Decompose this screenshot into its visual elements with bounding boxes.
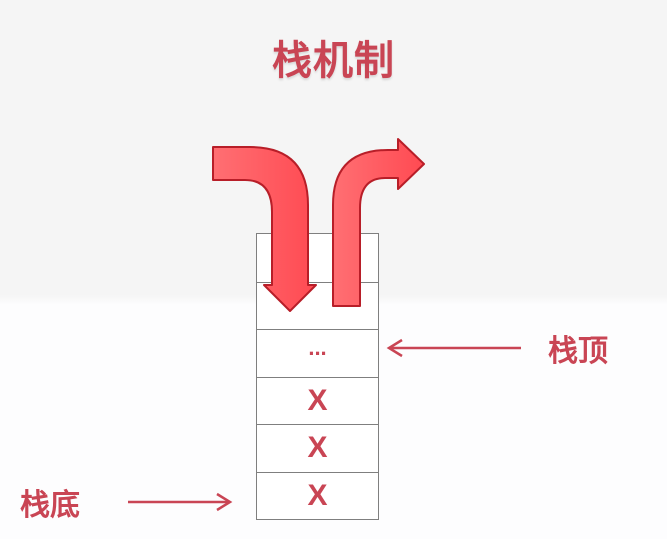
bottom-pointer-arrow-icon [128,492,233,512]
stack-bottom-label: 栈底 [20,488,80,523]
stack-top-label: 栈顶 [548,334,608,369]
top-pointer-arrow-icon [386,338,521,358]
push-arrow-icon [212,146,317,312]
pop-arrow-icon [332,138,425,307]
arrows-layer [128,138,521,512]
